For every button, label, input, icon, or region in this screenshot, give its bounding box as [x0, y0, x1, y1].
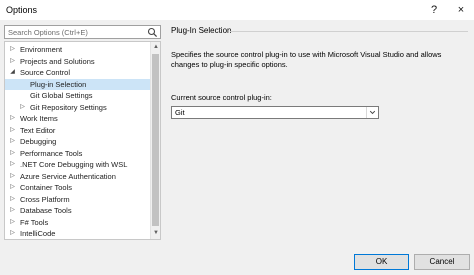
- tree-item-label: Work Items: [20, 114, 58, 123]
- expanded-arrow-icon[interactable]: ◢: [9, 67, 16, 78]
- tree-item[interactable]: ◢ Source Control: [5, 67, 151, 78]
- tree-item-label: Text Editor: [20, 125, 56, 135]
- tree-item[interactable]: ▷ Debugging: [5, 136, 151, 147]
- tree-item-label: Source Control: [20, 68, 71, 77]
- collapsed-arrow-icon[interactable]: ▷: [9, 56, 16, 67]
- tree-item-label: Environment: [20, 45, 63, 54]
- tree-item[interactable]: ▷ Environment: [5, 44, 151, 55]
- tree-item[interactable]: ▷ .NET Core Debugging with WSL: [5, 159, 151, 170]
- help-button[interactable]: ?: [425, 2, 443, 18]
- search-placeholder: Search Options (Ctrl+E): [8, 28, 88, 37]
- tree-item-label: Container Tools: [20, 183, 72, 192]
- tree-item-label: .NET Core Debugging with WSL: [20, 160, 128, 169]
- collapsed-arrow-icon[interactable]: ▷: [9, 182, 16, 193]
- panel-description: Specifies the source control plug-in to …: [171, 50, 442, 69]
- tree-item-label: Plug-in Selection: [30, 79, 87, 89]
- tree-item-label: Git Global Settings: [30, 91, 93, 100]
- window-title: Options: [6, 5, 38, 15]
- tree-item[interactable]: ▷ Container Tools: [5, 182, 151, 193]
- collapsed-arrow-icon[interactable]: ▷: [9, 194, 16, 205]
- section-title: Plug-In Selection: [171, 26, 232, 35]
- tree-scrollbar[interactable]: ▲ ▼: [150, 42, 160, 239]
- plugin-select[interactable]: Git: [171, 106, 379, 119]
- tree-item-label: Azure Service Authentication: [20, 171, 116, 181]
- tree-item-label: IntelliCode: [20, 229, 56, 238]
- section-divider: [230, 31, 468, 32]
- close-button[interactable]: ×: [452, 2, 470, 18]
- tree-item-label: Debugging: [20, 137, 57, 146]
- collapsed-arrow-icon[interactable]: ▷: [9, 125, 16, 136]
- tree-item-label: Performance Tools: [20, 148, 83, 158]
- tree-item[interactable]: Git Global Settings: [5, 90, 151, 101]
- options-tree[interactable]: ▷ Environment ▷ Projects and Solutions ◢ Sour…: [4, 41, 161, 240]
- tree-item[interactable]: ▷ Azure Service Authentication: [5, 171, 151, 182]
- plugin-select-value: Git: [175, 108, 185, 117]
- collapsed-arrow-icon[interactable]: ▷: [9, 113, 16, 124]
- scroll-up-icon[interactable]: ▲: [151, 43, 160, 52]
- collapsed-arrow-icon[interactable]: ▷: [9, 136, 16, 147]
- plugin-field-label: Current source control plug-in:: [171, 93, 272, 102]
- tree-item[interactable]: Plug-in Selection: [5, 78, 151, 90]
- chevron-down-icon[interactable]: [366, 107, 378, 118]
- title-bar: Options ? ×: [0, 0, 474, 20]
- search-icon[interactable]: [147, 27, 158, 38]
- tree-item[interactable]: ▷ Text Editor: [5, 125, 151, 136]
- collapsed-arrow-icon[interactable]: ▷: [9, 228, 16, 239]
- cancel-button[interactable]: Cancel: [414, 254, 470, 270]
- tree-item[interactable]: ▷ Performance Tools: [5, 148, 151, 159]
- collapsed-arrow-icon[interactable]: ▷: [9, 205, 16, 216]
- search-options-input[interactable]: Search Options (Ctrl+E): [4, 25, 161, 39]
- collapsed-arrow-icon[interactable]: ▷: [9, 148, 16, 159]
- tree-item-label: Projects and Solutions: [20, 56, 95, 66]
- collapsed-arrow-icon[interactable]: ▷: [9, 171, 16, 182]
- tree-item-label: F# Tools: [20, 217, 49, 227]
- tree-item-label: Cross Platform: [20, 194, 70, 204]
- tree-item[interactable]: ▷ IntelliCode: [5, 228, 151, 239]
- collapsed-arrow-icon[interactable]: ▷: [9, 159, 16, 170]
- tree-item-label: Database Tools: [20, 206, 72, 215]
- collapsed-arrow-icon[interactable]: ▷: [9, 217, 16, 228]
- collapsed-arrow-icon[interactable]: ▷: [19, 102, 26, 113]
- tree-item[interactable]: ▷ Git Repository Settings: [5, 102, 151, 113]
- ok-button[interactable]: OK: [354, 254, 409, 270]
- tree-item[interactable]: ▷ F# Tools: [5, 217, 151, 228]
- tree-item[interactable]: ▷ Work Items: [5, 113, 151, 124]
- tree-item[interactable]: ▷ Database Tools: [5, 205, 151, 216]
- collapsed-arrow-icon[interactable]: ▷: [9, 44, 16, 55]
- tree-item-label: Git Repository Settings: [30, 102, 107, 112]
- tree-item[interactable]: ▷ Cross Platform: [5, 194, 151, 205]
- tree-item[interactable]: ▷ Projects and Solutions: [5, 56, 151, 67]
- scroll-down-icon[interactable]: ▼: [151, 229, 160, 238]
- scroll-thumb[interactable]: [152, 54, 159, 226]
- plugin-field-label-text: Current source control plug-in:: [171, 93, 272, 102]
